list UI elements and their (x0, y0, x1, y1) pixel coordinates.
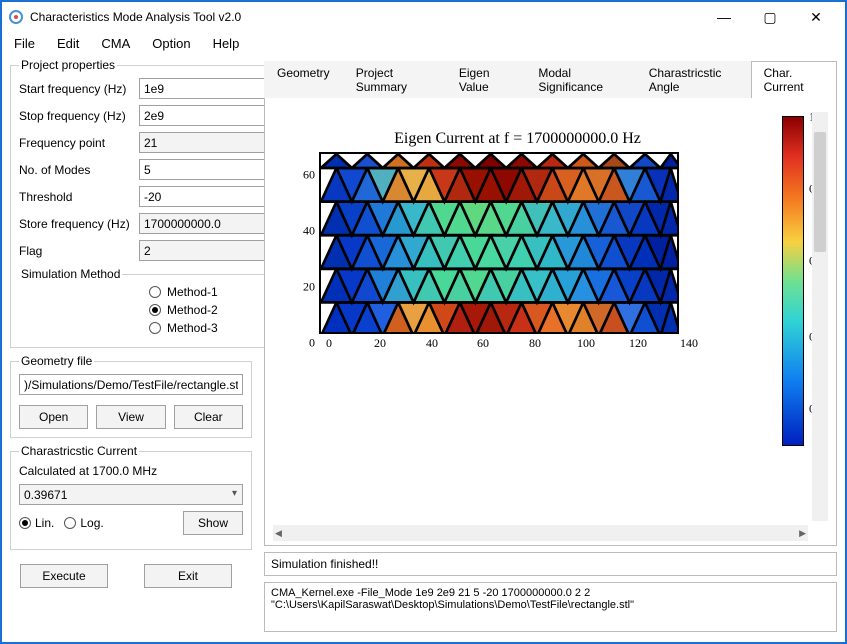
tab-bar: Geometry Project Summary Eigen Value Mod… (264, 60, 837, 98)
tab-char-angle[interactable]: Charastricstic Angle (636, 61, 751, 98)
menu-bar: File Edit CMA Option Help (2, 32, 845, 54)
tab-modal-significance[interactable]: Modal Significance (525, 61, 635, 98)
start-freq-label: Start frequency (Hz) (19, 82, 139, 96)
freq-point-label: Frequency point (19, 136, 139, 150)
command-output: CMA_Kernel.exe -File_Mode 1e9 2e9 21 5 -… (264, 582, 837, 632)
show-button[interactable]: Show (183, 511, 243, 535)
open-button[interactable]: Open (19, 405, 88, 429)
maximize-button[interactable]: ▢ (747, 2, 793, 32)
flag-label: Flag (19, 244, 139, 258)
log-radio[interactable]: Log. (64, 516, 103, 530)
menu-edit[interactable]: Edit (53, 34, 83, 53)
tab-geometry[interactable]: Geometry (264, 61, 343, 98)
lin-radio[interactable]: Lin. (19, 516, 54, 530)
geometry-file: Geometry file Open View Clear (10, 354, 252, 438)
view-button[interactable]: View (96, 405, 165, 429)
scroll-right-icon[interactable]: ▶ (799, 528, 806, 539)
sim-method-legend: Simulation Method (19, 267, 122, 281)
title-bar: Characteristics Mode Analysis Tool v2.0 … (2, 2, 845, 32)
plot-area: Eigen Current at f = 1700000000.0 Hz 0 2… (264, 98, 837, 546)
charcur-legend: Charastricstic Current (19, 444, 139, 458)
calc-label: Calculated at 1700.0 MHz (19, 464, 157, 478)
threshold-label: Threshold (19, 190, 139, 204)
right-panel: Geometry Project Summary Eigen Value Mod… (260, 54, 845, 640)
colorbar: 1.0 0.8 0.6 0.4 0.2 (782, 116, 804, 446)
tab-project-summary[interactable]: Project Summary (343, 61, 446, 98)
charcur-value-select[interactable] (19, 484, 243, 505)
geom-legend: Geometry file (19, 354, 94, 368)
execute-button[interactable]: Execute (20, 564, 108, 588)
minimize-button[interactable]: — (701, 2, 747, 32)
project-legend: Project properties (19, 58, 117, 72)
modes-label: No. of Modes (19, 163, 139, 177)
status-text: Simulation finished!! (264, 552, 837, 576)
close-button[interactable]: ✕ (793, 2, 839, 32)
menu-help[interactable]: Help (209, 34, 244, 53)
scroll-left-icon[interactable]: ◀ (275, 528, 282, 539)
plot-title: Eigen Current at f = 1700000000.0 Hz (273, 130, 762, 148)
clear-button[interactable]: Clear (174, 405, 243, 429)
menu-cma[interactable]: CMA (97, 34, 134, 53)
left-panel: Project properties Start frequency (Hz) … (2, 54, 260, 640)
tab-eigen-value[interactable]: Eigen Value (446, 61, 526, 98)
store-freq-label: Store frequency (Hz) (19, 217, 139, 231)
menu-file[interactable]: File (10, 34, 39, 53)
exit-button[interactable]: Exit (144, 564, 232, 588)
geom-path-input[interactable] (19, 374, 243, 395)
app-icon (8, 9, 24, 25)
horizontal-scrollbar[interactable]: ◀▶ (273, 525, 808, 541)
axes: 0 20 40 60 (309, 152, 742, 352)
vertical-scrollbar[interactable] (812, 112, 828, 521)
tab-char-current[interactable]: Char. Current (751, 61, 837, 98)
window-title: Characteristics Mode Analysis Tool v2.0 (30, 10, 701, 24)
char-current: Charastricstic Current Calculated at 170… (10, 444, 252, 550)
mesh-plot[interactable] (319, 152, 679, 334)
menu-option[interactable]: Option (148, 34, 194, 53)
stop-freq-label: Stop frequency (Hz) (19, 109, 139, 123)
